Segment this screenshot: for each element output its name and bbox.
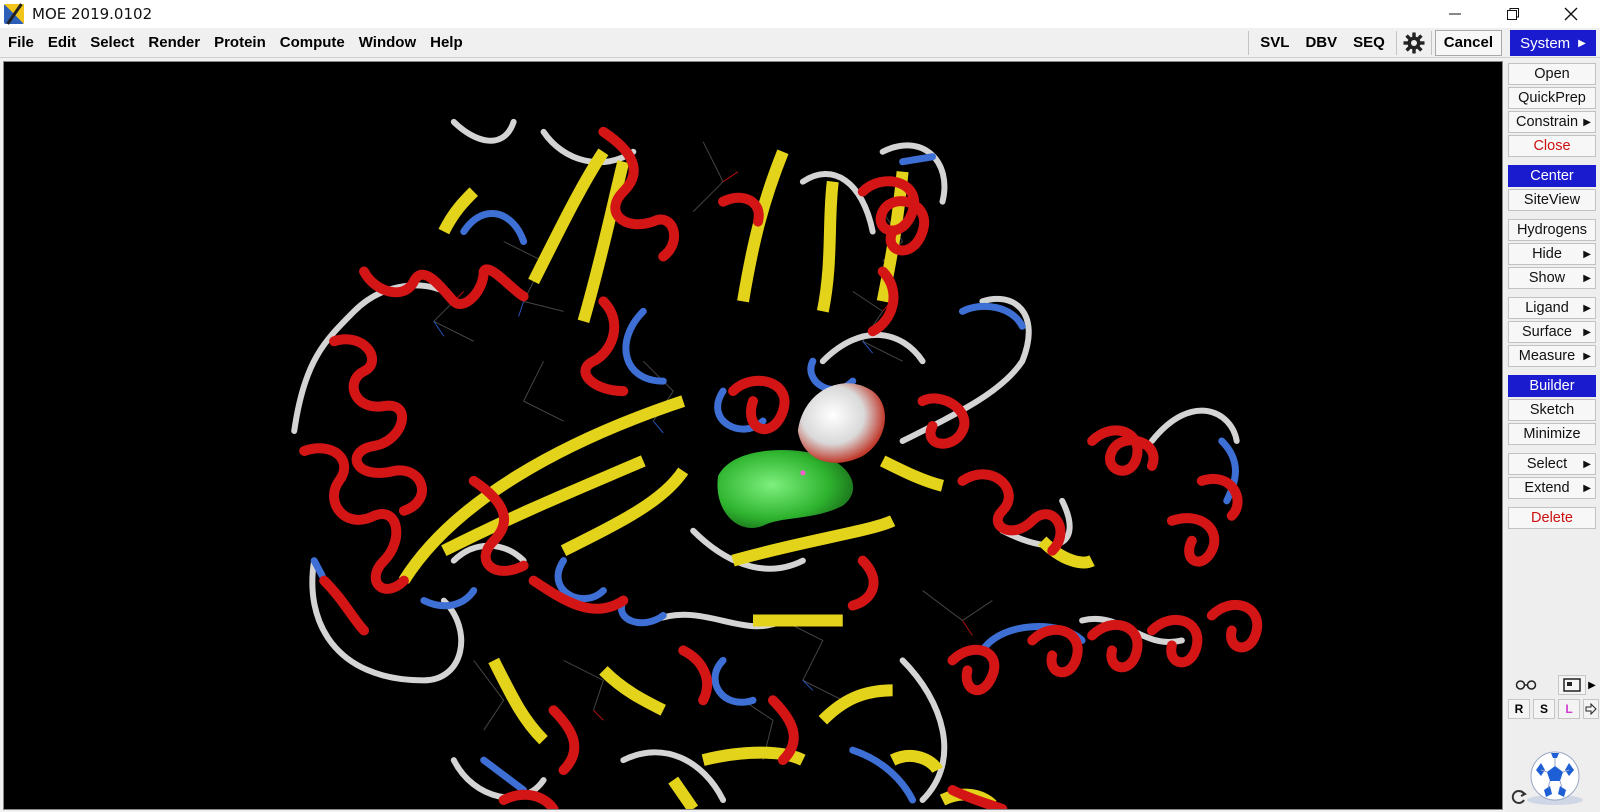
- menu-protein[interactable]: Protein: [208, 28, 272, 58]
- hydrogens-button[interactable]: Hydrogens: [1508, 219, 1596, 241]
- minimize-button[interactable]: Minimize: [1508, 423, 1596, 445]
- siteview-button[interactable]: SiteView: [1508, 189, 1596, 211]
- glasses-icon[interactable]: [1508, 675, 1544, 695]
- l-toggle[interactable]: L: [1558, 699, 1580, 719]
- extend-label: Extend: [1524, 480, 1570, 496]
- constrain-button[interactable]: Constrain ▶: [1508, 111, 1596, 133]
- window-title: MOE 2019.0102: [32, 5, 153, 23]
- close-button[interactable]: Close: [1508, 135, 1596, 157]
- select-label: Select: [1526, 456, 1568, 472]
- gear-icon[interactable]: [1400, 28, 1428, 58]
- menu-help-label: Help: [430, 33, 463, 51]
- show-button[interactable]: Show ▶: [1508, 267, 1596, 289]
- menu-help[interactable]: Help: [424, 28, 469, 58]
- measure-label: Measure: [1518, 348, 1576, 364]
- builder-button[interactable]: Builder: [1508, 375, 1596, 397]
- chevron-right-icon: ▶: [1578, 37, 1586, 49]
- select-button[interactable]: Select ▶: [1508, 453, 1596, 475]
- divider: [1395, 31, 1397, 55]
- center-label: Center: [1530, 168, 1574, 184]
- ligand-label: Ligand: [1525, 300, 1569, 316]
- ligand-button[interactable]: Ligand ▶: [1508, 297, 1596, 319]
- chevron-right-icon: ▶: [1583, 326, 1591, 338]
- title-bar: MOE 2019.0102: [0, 0, 1600, 28]
- menu-file-label: File: [8, 33, 34, 51]
- soccer-ball-icon[interactable]: [1526, 748, 1584, 806]
- picture-icon[interactable]: [1558, 675, 1586, 695]
- r-toggle[interactable]: R: [1508, 699, 1530, 719]
- system-button-label: System: [1520, 34, 1571, 52]
- menu-window-label: Window: [358, 33, 417, 51]
- constrain-label: Constrain: [1515, 114, 1579, 130]
- hydrogens-label: Hydrogens: [1516, 222, 1588, 238]
- sketch-button[interactable]: Sketch: [1508, 399, 1596, 421]
- export-arrow-icon[interactable]: [1583, 699, 1599, 719]
- right-command-panel: Open QuickPrep Constrain ▶ Close Center S…: [1506, 61, 1600, 812]
- close-label: Close: [1533, 138, 1571, 154]
- chevron-right-icon: ▶: [1583, 248, 1591, 260]
- menu-compute-label: Compute: [279, 33, 345, 51]
- s-toggle[interactable]: S: [1533, 699, 1555, 719]
- measure-button[interactable]: Measure ▶: [1508, 345, 1596, 367]
- protein-ribbon-render[interactable]: [4, 62, 1502, 809]
- chevron-right-icon: ▶: [1583, 116, 1591, 128]
- builder-label: Builder: [1529, 378, 1575, 394]
- menu-bar: File Edit Select Render Protein Compute …: [0, 28, 1600, 58]
- molecule-viewport[interactable]: [3, 61, 1503, 810]
- hide-label: Hide: [1532, 246, 1562, 262]
- menu-select[interactable]: Select: [84, 28, 140, 58]
- moe-app-icon: [4, 3, 24, 25]
- delete-label: Delete: [1531, 510, 1573, 526]
- quickprep-button[interactable]: QuickPrep: [1508, 87, 1596, 109]
- delete-button[interactable]: Delete: [1508, 507, 1596, 529]
- menu-compute[interactable]: Compute: [274, 28, 351, 58]
- dbv-button[interactable]: DBV: [1297, 28, 1345, 58]
- hide-button[interactable]: Hide ▶: [1508, 243, 1596, 265]
- menu-select-label: Select: [90, 33, 135, 51]
- menu-edit-label: Edit: [47, 33, 77, 51]
- extend-button[interactable]: Extend ▶: [1508, 477, 1596, 499]
- chevron-right-icon: ▶: [1583, 458, 1591, 470]
- siteview-label: SiteView: [1523, 192, 1581, 208]
- menu-render-label: Render: [148, 33, 201, 51]
- menu-render[interactable]: Render: [142, 28, 206, 58]
- center-button[interactable]: Center: [1508, 165, 1596, 187]
- menu-window[interactable]: Window: [353, 28, 422, 58]
- restore-icon[interactable]: [1484, 0, 1542, 28]
- divider: [1248, 31, 1250, 55]
- chevron-right-icon: ▶: [1583, 350, 1591, 362]
- cancel-button[interactable]: Cancel: [1434, 30, 1502, 56]
- divider: [1430, 31, 1432, 55]
- chevron-right-icon: ▶: [1583, 272, 1591, 284]
- chevron-right-icon: ▶: [1583, 482, 1591, 494]
- menu-file[interactable]: File: [2, 28, 40, 58]
- svl-button[interactable]: SVL: [1252, 28, 1297, 58]
- minimize-label: Minimize: [1523, 426, 1581, 442]
- ligand-surface-white[interactable]: [797, 383, 885, 463]
- seq-button[interactable]: SEQ: [1345, 28, 1393, 58]
- menu-protein-label: Protein: [214, 33, 266, 51]
- show-label: Show: [1528, 270, 1566, 286]
- quickprep-label: QuickPrep: [1518, 90, 1586, 106]
- open-button[interactable]: Open: [1508, 63, 1596, 85]
- surface-button[interactable]: Surface ▶: [1508, 321, 1596, 343]
- sketch-label: Sketch: [1529, 402, 1575, 418]
- system-button[interactable]: System ▶: [1510, 30, 1596, 56]
- menu-edit[interactable]: Edit: [42, 28, 82, 58]
- chevron-right-icon: ▶: [1583, 302, 1591, 314]
- chevron-right-icon[interactable]: ▶: [1586, 680, 1598, 691]
- minimize-icon[interactable]: [1426, 0, 1484, 28]
- surface-label: Surface: [1522, 324, 1572, 340]
- close-icon[interactable]: [1542, 0, 1600, 28]
- open-label: Open: [1534, 66, 1570, 82]
- reset-icon[interactable]: [1510, 788, 1528, 806]
